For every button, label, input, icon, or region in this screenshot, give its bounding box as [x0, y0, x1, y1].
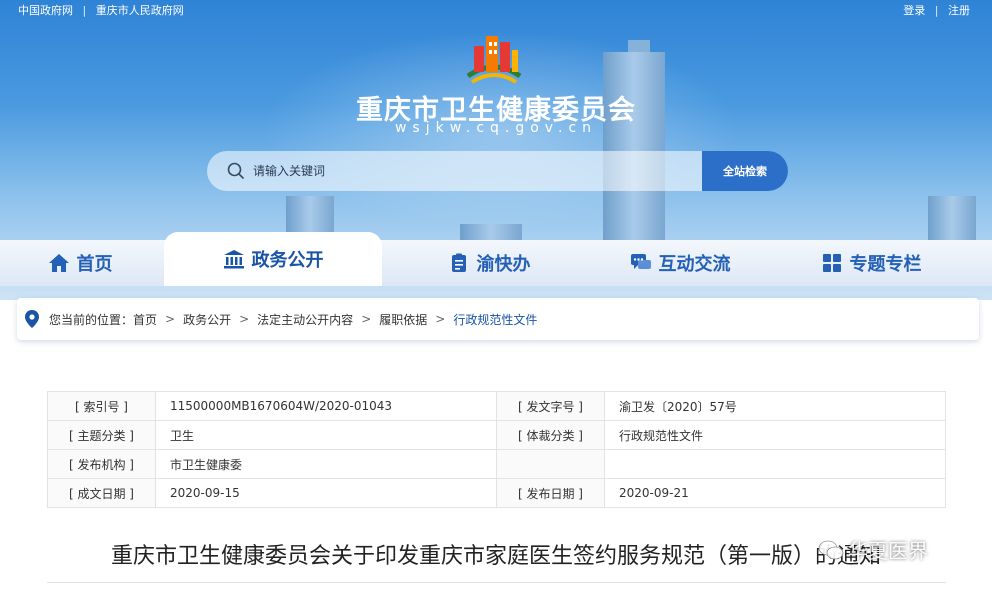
- site-search-button[interactable]: 全站检索: [702, 151, 788, 191]
- search-input[interactable]: [253, 161, 673, 181]
- breadcrumb: 您当前的位置： 首页 > 政务公开 > 法定主动公开内容 > 履职依据 > 行政…: [17, 298, 979, 340]
- breadcrumb-prefix: 您当前的位置：: [49, 312, 134, 327]
- breadcrumb-arrow: >: [165, 312, 176, 326]
- government-building-icon: [223, 250, 244, 269]
- info-value-publish-date: 2020-09-21: [604, 478, 946, 508]
- nav-tab-label: 互动交流: [658, 254, 731, 275]
- register-link[interactable]: 注册: [948, 4, 970, 17]
- site-domain: wsjkw.cq.gov.cn: [394, 120, 598, 136]
- info-key-publish-date: [ 发布日期 ]: [496, 478, 605, 508]
- account-links: 登录 | 注册: [897, 2, 970, 18]
- nav-tab-government-affairs[interactable]: 政务公开: [164, 232, 382, 286]
- breadcrumb-statutory-content[interactable]: 法定主动公开内容: [257, 311, 353, 328]
- breadcrumb-current[interactable]: 行政规范性文件: [453, 311, 537, 328]
- main-nav: 首页 政务公开 渝快办 互动交流 专题专栏: [0, 232, 992, 286]
- nav-tab-special-topics[interactable]: 专题专栏: [786, 240, 956, 286]
- breadcrumb-duty-basis[interactable]: 履职依据: [379, 311, 427, 328]
- info-value-genre: 行政规范性文件: [604, 420, 946, 450]
- breadcrumb-arrow: >: [435, 312, 446, 326]
- search-icon: [227, 162, 245, 180]
- info-value-empty: [604, 449, 946, 479]
- info-key-doc-number: [ 发文字号 ]: [496, 391, 605, 421]
- info-key-written-date: [ 成文日期 ]: [47, 478, 156, 508]
- watermark: 华夏医界: [818, 535, 928, 564]
- table-row: [ 发布机构 ] 市卫生健康委: [47, 449, 946, 479]
- nav-tab-label: 首页: [76, 254, 113, 275]
- info-value-topic: 卫生: [155, 420, 497, 450]
- grid-icon: [822, 254, 841, 272]
- breadcrumb-government-affairs[interactable]: 政务公开: [183, 311, 231, 328]
- nav-tab-yukuaiban[interactable]: 渝快办: [400, 240, 578, 286]
- info-value-publisher: 市卫生健康委: [155, 449, 497, 479]
- breadcrumb-arrow: >: [361, 312, 372, 326]
- nav-tab-label: 专题专栏: [849, 254, 922, 275]
- info-value-written-date: 2020-09-15: [155, 478, 497, 508]
- wechat-icon: [818, 540, 844, 559]
- location-pin-icon: [25, 310, 39, 328]
- info-key-genre: [ 体裁分类 ]: [496, 420, 605, 450]
- table-row: [ 成文日期 ] 2020-09-15 [ 发布日期 ] 2020-09-21: [47, 478, 946, 508]
- site-logo[interactable]: [462, 28, 526, 86]
- info-key-index-number: [ 索引号 ]: [47, 391, 156, 421]
- info-key-empty: [496, 449, 605, 479]
- search-bar: 全站检索: [207, 151, 788, 191]
- link-central-gov[interactable]: 中国政府网: [18, 4, 73, 17]
- table-row: [ 主题分类 ] 卫生 [ 体裁分类 ] 行政规范性文件: [47, 420, 946, 450]
- document-info-table: [ 索引号 ] 11500000MB1670604W/2020-01043 [ …: [47, 391, 946, 508]
- watermark-text: 华夏医界: [848, 539, 928, 563]
- info-key-topic: [ 主题分类 ]: [47, 420, 156, 450]
- info-key-publisher: [ 发布机构 ]: [47, 449, 156, 479]
- nav-tab-home[interactable]: 首页: [0, 240, 160, 286]
- link-cq-gov[interactable]: 重庆市人民政府网: [96, 4, 184, 17]
- topbar-links: 中国政府网 | 重庆市人民政府网: [18, 2, 190, 18]
- nav-tab-interaction[interactable]: 互动交流: [590, 240, 770, 286]
- breadcrumb-home[interactable]: 首页: [133, 311, 157, 328]
- breadcrumb-arrow: >: [239, 312, 250, 326]
- topbar-separator: |: [82, 4, 87, 17]
- divider: [47, 582, 946, 583]
- nav-tab-label: 渝快办: [476, 254, 531, 275]
- info-value-doc-number: 渝卫发〔2020〕57号: [604, 391, 946, 421]
- login-link[interactable]: 登录: [903, 4, 925, 17]
- table-row: [ 索引号 ] 11500000MB1670604W/2020-01043 [ …: [47, 391, 946, 421]
- topbar-separator-right: |: [934, 4, 939, 17]
- nav-tab-label: 政务公开: [251, 250, 324, 271]
- clipboard-icon: [451, 253, 466, 272]
- info-value-index-number: 11500000MB1670604W/2020-01043: [155, 391, 497, 421]
- home-icon: [48, 254, 69, 272]
- chat-bubbles-icon: [630, 254, 651, 269]
